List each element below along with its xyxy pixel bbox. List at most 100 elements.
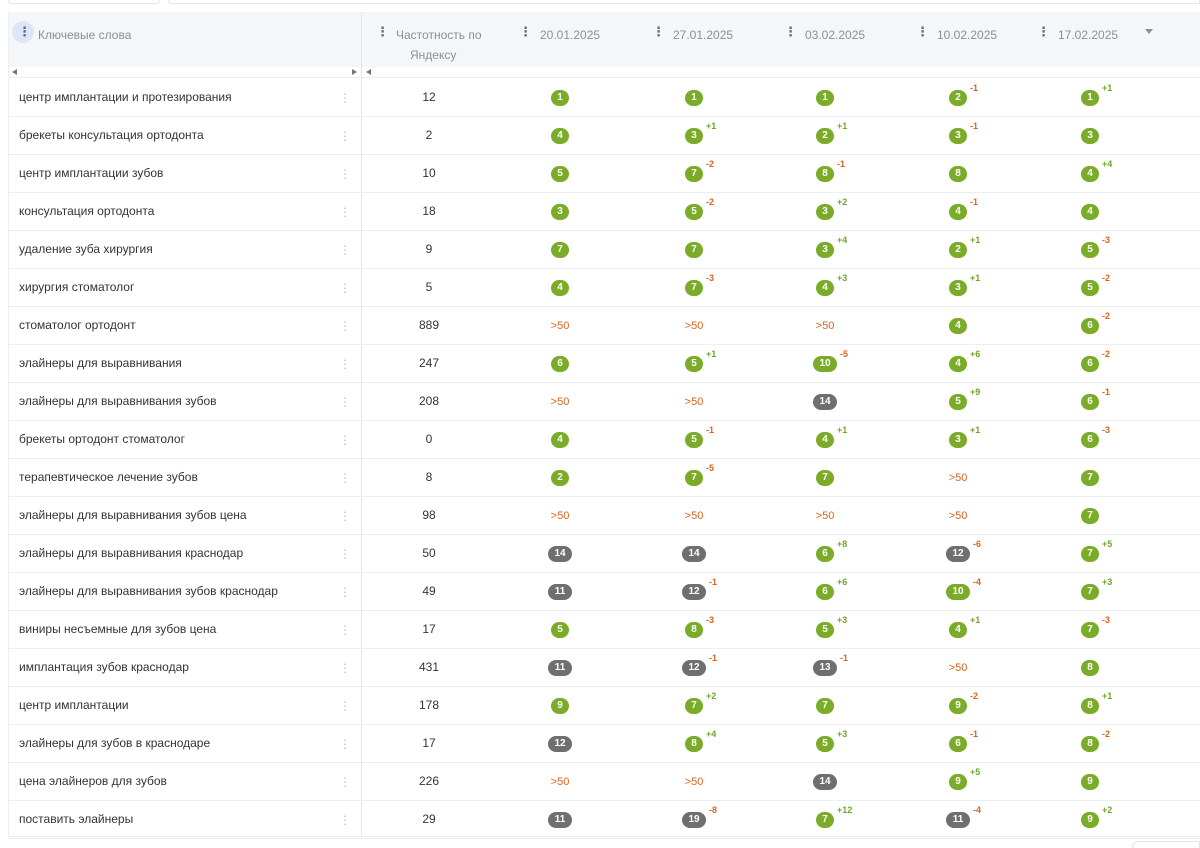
position-badge: 4 [1081, 204, 1099, 220]
vertical-dots-icon[interactable]: ⋮ [339, 167, 351, 181]
frequency-value: 208 [418, 394, 440, 408]
position-change: -8 [709, 805, 718, 815]
vertical-dots-icon[interactable]: ⋮ [339, 91, 351, 105]
header-frequency[interactable]: ⋮ Частотность по Яндексу [362, 12, 512, 67]
vertical-dots-icon[interactable]: ⋮ [18, 25, 31, 39]
position-change: +3 [1102, 577, 1113, 587]
vertical-dots-icon[interactable]: ⋮ [339, 585, 351, 599]
position-badge: 8 [685, 622, 703, 638]
out-of-range-label: >50 [815, 320, 835, 332]
vertical-dots-icon[interactable]: ⋮ [339, 205, 351, 219]
top-tab-left [8, 0, 160, 4]
triangle-right-icon[interactable] [352, 69, 357, 75]
position-badge: 5 [685, 432, 703, 448]
position-badge: 6 [816, 584, 834, 600]
position-badge: 3 [816, 242, 834, 258]
vertical-dots-icon[interactable]: ⋮ [339, 699, 351, 713]
vertical-dots-icon[interactable]: ⋮ [339, 737, 351, 751]
position-badge: 4 [551, 128, 569, 144]
vertical-dots-icon[interactable]: ⋮ [1037, 25, 1050, 39]
vertical-dots-icon[interactable]: ⋮ [339, 395, 351, 409]
table-row: терапевтическое лечение зубов ⋮ 8 2 7 -5 7 >50 7 [9, 459, 1200, 497]
position-change: -4 [973, 805, 982, 815]
vertical-dots-icon[interactable]: ⋮ [339, 547, 351, 561]
caret-down-icon[interactable] [1145, 29, 1153, 34]
frequency-value: 98 [422, 508, 436, 522]
vertical-dots-icon[interactable]: ⋮ [519, 25, 532, 39]
position-badge: 7 [1081, 470, 1099, 486]
header-date-2[interactable]: ⋮ 27.01.2025 [652, 12, 792, 67]
position-badge: 8 [1081, 660, 1099, 676]
position-change: -1 [970, 729, 979, 739]
position-badge: 11 [548, 812, 572, 828]
vertical-dots-icon[interactable]: ⋮ [376, 25, 389, 39]
position-badge: 19 [682, 812, 706, 828]
keyword-text: брекеты консультация ортодонта [19, 128, 204, 142]
header-date-3[interactable]: ⋮ 03.02.2025 [784, 12, 924, 67]
header-keywords[interactable]: ⋮ Ключевые слова [9, 12, 361, 67]
header-date-5[interactable]: ⋮ 17.02.2025 [1037, 12, 1177, 67]
vertical-dots-icon[interactable]: ⋮ [339, 661, 351, 675]
position-badge: 8 [1081, 736, 1099, 752]
vertical-dots-icon[interactable]: ⋮ [339, 129, 351, 143]
vertical-dots-icon[interactable]: ⋮ [339, 471, 351, 485]
position-badge: 1 [1081, 90, 1099, 106]
position-badge: 12 [682, 584, 706, 600]
table-row: поставить элайнеры ⋮ 29 11 19 -8 7 +12 11 -4 9 +2 [9, 801, 1200, 839]
position-badge: 1 [816, 90, 834, 106]
table-row: имплантация зубов краснодар ⋮ 431 11 12 -1 13-… [9, 649, 1200, 687]
vertical-dots-icon[interactable]: ⋮ [339, 775, 351, 789]
position-badge: 2 [949, 242, 967, 258]
table-row: цена элайнеров для зубов ⋮ 226 >50 >50 14 9 +5 9 [9, 763, 1200, 801]
triangle-left-icon[interactable] [12, 69, 17, 75]
position-change: +4 [1102, 159, 1113, 169]
keyword-text: терапевтическое лечение зубов [19, 470, 198, 484]
header-date-4[interactable]: ⋮ 10.02.2025 [916, 12, 1056, 67]
position-change: -1 [837, 159, 846, 169]
vertical-dots-icon[interactable]: ⋮ [652, 25, 665, 39]
vertical-dots-icon[interactable]: ⋮ [916, 25, 929, 39]
vertical-dots-icon[interactable]: ⋮ [339, 243, 351, 257]
header-date-label: 03.02.2025 [805, 28, 866, 42]
position-change: +1 [837, 425, 848, 435]
vertical-dots-icon[interactable]: ⋮ [339, 281, 351, 295]
frequency-value: 431 [418, 660, 440, 674]
position-badge: 6 [551, 356, 569, 372]
position-badge: 10 [813, 356, 837, 372]
position-change: -1 [706, 425, 715, 435]
triangle-left-icon[interactable] [366, 69, 371, 75]
table-row: виниры несъемные для зубов цена ⋮ 17 5 8 -3 5 +… [9, 611, 1200, 649]
position-badge: 9 [1081, 812, 1099, 828]
table-row: элайнеры для выравнивания ⋮ 247 6 5 +1 10 -5 4 +6… [9, 345, 1200, 383]
position-badge: 4 [551, 432, 569, 448]
keyword-text: имплантация зубов краснодар [19, 660, 189, 674]
position-badge: 4 [551, 280, 569, 296]
position-change: -1 [970, 83, 979, 93]
header-date-1[interactable]: ⋮ 20.01.2025 [519, 12, 659, 67]
position-change: -1 [709, 653, 718, 663]
vertical-dots-icon[interactable]: ⋮ [339, 813, 351, 827]
vertical-dots-icon[interactable]: ⋮ [339, 433, 351, 447]
vertical-dots-icon[interactable]: ⋮ [339, 623, 351, 637]
frequency-value: 226 [418, 774, 440, 788]
table-row: удаление зуба хирургия ⋮ 9 7 7 3 +4 2 +1 5 -3 [9, 231, 1200, 269]
position-badge: 8 [816, 166, 834, 182]
position-badge: 2 [949, 90, 967, 106]
position-badge: 7 [816, 698, 834, 714]
keyword-text: центр имплантации зубов [19, 166, 164, 180]
vertical-dots-icon[interactable]: ⋮ [784, 25, 797, 39]
position-badge: 7 [685, 698, 703, 714]
vertical-dots-icon[interactable]: ⋮ [339, 509, 351, 523]
position-change: -1 [970, 121, 979, 131]
position-change: -2 [970, 691, 979, 701]
keyword-text: консультация ортодонта [19, 204, 155, 218]
position-badge: 9 [551, 698, 569, 714]
position-badge: 10 [946, 584, 970, 600]
vertical-dots-icon[interactable]: ⋮ [339, 357, 351, 371]
position-change: -3 [706, 615, 715, 625]
vertical-dots-icon[interactable]: ⋮ [339, 319, 351, 333]
out-of-range-label: >50 [948, 472, 968, 484]
position-badge: 5 [685, 204, 703, 220]
horizontal-scrollbar[interactable] [9, 67, 1200, 78]
out-of-range-label: >50 [684, 510, 704, 522]
